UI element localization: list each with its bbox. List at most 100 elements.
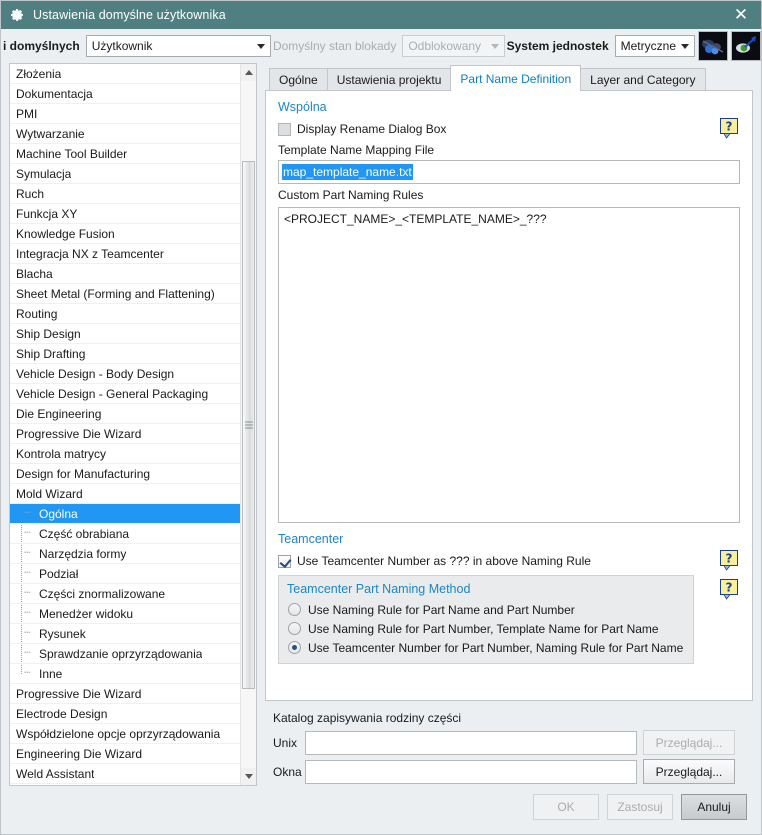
radio-button[interactable]: [288, 603, 301, 616]
tc-naming-method-box: Teamcenter Part Naming Method Use Naming…: [278, 575, 694, 664]
tree-item-podzia[interactable]: ┄ Podział: [10, 564, 240, 584]
tree-item-vehicle-design-general-packaging[interactable]: Vehicle Design - General Packaging: [10, 384, 240, 404]
unix-browse-button[interactable]: Przeglądaj...: [643, 730, 735, 755]
tree-item-ruch[interactable]: Ruch: [10, 184, 240, 204]
tree-item-ship-drafting[interactable]: Ship Drafting: [10, 344, 240, 364]
ok-button[interactable]: OK: [533, 794, 599, 820]
tab-layer-and-category[interactable]: Layer and Category: [580, 68, 706, 91]
tc-naming-method-radiogroup[interactable]: Use Naming Rule for Part Name and Part N…: [279, 600, 693, 657]
tree-child-group: ┄ Ogólna ┄ Część obrabiana ┄ Narzędzia formy ┄…: [10, 504, 240, 684]
scroll-up-arrow-icon[interactable]: [241, 64, 256, 81]
template-mapping-input[interactable]: map_template_name.txt: [278, 160, 740, 184]
tree-item-kontrola-matrycy[interactable]: Kontrola matrycy: [10, 444, 240, 464]
tree-item-inne[interactable]: ┄ Inne: [10, 664, 240, 684]
tree-item-wsp-dzielone-opcje-oprzyrz-dowania[interactable]: Współdzielone opcje oprzyrządowania: [10, 724, 240, 744]
tree-item-ship-design[interactable]: Ship Design: [10, 324, 240, 344]
tree-item-engineering-die-wizard[interactable]: Engineering Die Wizard: [10, 744, 240, 764]
tree-item-dokumentacja[interactable]: Dokumentacja: [10, 84, 240, 104]
tree-item-label: Routing: [16, 306, 58, 321]
custom-rules-textarea[interactable]: <PROJECT_NAME>_<TEMPLATE_NAME>_???: [278, 207, 740, 523]
tree-item-label: Wytwarzanie: [16, 126, 85, 141]
use-tc-number-checkbox[interactable]: [278, 554, 291, 568]
tree-item-label: Progressive Die Wizard: [16, 426, 142, 441]
unix-directory-input[interactable]: [305, 730, 637, 755]
tree-item-integracja-nx-z-teamcenter[interactable]: Integracja NX z Teamcenter: [10, 244, 240, 264]
apply-button[interactable]: Zastosuj: [607, 794, 673, 820]
tab-ustawienia-projektu[interactable]: Ustawienia projektu: [326, 68, 452, 91]
windows-browse-button[interactable]: Przeglądaj...: [643, 759, 735, 784]
tree-item-label: Ogólna: [39, 506, 78, 521]
tree-item-routing[interactable]: Routing: [10, 304, 240, 324]
tree-item-z-o-enia[interactable]: Złożenia: [10, 64, 240, 84]
tree-item-vehicle-design-body-design[interactable]: Vehicle Design - Body Design: [10, 364, 240, 384]
windows-directory-input[interactable]: [305, 759, 637, 784]
template-mapping-label: Template Name Mapping File: [278, 143, 435, 157]
tree-item-electrode-design[interactable]: Electrode Design: [10, 704, 240, 724]
tree-item-progressive-die-wizard[interactable]: Progressive Die Wizard: [10, 684, 240, 704]
tree-item-label: Części znormalizowane: [39, 586, 166, 601]
cancel-button[interactable]: Anuluj: [681, 794, 747, 820]
scope-combo[interactable]: Użytkownik: [85, 35, 271, 57]
tree-item-funkcja-xy[interactable]: Funkcja XY: [10, 204, 240, 224]
display-rename-checkbox[interactable]: [278, 122, 291, 136]
units-combo[interactable]: Metryczne: [614, 35, 695, 57]
chevron-down-icon: [486, 43, 504, 49]
help-question-icon[interactable]: ?: [720, 579, 738, 600]
radio-button[interactable]: [288, 641, 301, 654]
tree-item-weld-assistant[interactable]: Weld Assistant: [10, 764, 240, 784]
tree-item-label: Design for Manufacturing: [16, 466, 151, 481]
tree-item-machine-tool-builder[interactable]: Machine Tool Builder: [10, 144, 240, 164]
help-question-icon[interactable]: ?: [720, 118, 738, 139]
unix-directory-row: Unix Przeglądaj...: [265, 728, 753, 757]
tree-item-pmi[interactable]: PMI: [10, 104, 240, 124]
tree-item-label: Menedżer widoku: [39, 606, 134, 621]
tree-item-label: Progressive Die Wizard: [16, 686, 142, 701]
tab-part-name-definition[interactable]: Part Name Definition: [450, 65, 582, 91]
tab-strip[interactable]: Ogólne Ustawienia projektu Part Name Defin…: [265, 65, 753, 91]
tree-item-cz-obrabiana[interactable]: ┄ Część obrabiana: [10, 524, 240, 544]
display-rename-row[interactable]: Display Rename Dialog Box ?: [272, 118, 746, 139]
scrollbar-track[interactable]: [241, 81, 256, 768]
gear-icon: [9, 7, 25, 23]
tab-label: Part Name Definition: [460, 71, 572, 86]
tree-item-label: Rysunek: [39, 626, 86, 641]
tree-item-cz-ci-znormalizowane[interactable]: ┄ Części znormalizowane: [10, 584, 240, 604]
tc-naming-method-option-1[interactable]: Use Naming Rule for Part Name and Part N…: [279, 600, 693, 619]
part-name-definition-panel: Wspólna Display Rename Dialog Box ? Temp…: [265, 90, 753, 701]
tree-item-die-engineering[interactable]: Die Engineering: [10, 404, 240, 424]
radio-button[interactable]: [288, 622, 301, 635]
tree-item-symulacja[interactable]: Symulacja: [10, 164, 240, 184]
tree-item-label: Knowledge Fusion: [16, 226, 115, 241]
tree-vertical-scrollbar[interactable]: [240, 64, 256, 785]
tree-item-narz-dzia-formy[interactable]: ┄ Narzędzia formy: [10, 544, 240, 564]
find-default-icon[interactable]: [698, 31, 728, 61]
use-tc-number-row[interactable]: Use Teamcenter Number as ??? in above Na…: [272, 550, 746, 571]
tree-item-knowledge-fusion[interactable]: Knowledge Fusion: [10, 224, 240, 244]
default-arrow-icon[interactable]: [731, 31, 761, 61]
scrollbar-grip-icon: [244, 421, 253, 429]
tree-item-mold-wizard[interactable]: Mold Wizard: [10, 484, 240, 504]
tab-og-lne[interactable]: Ogólne: [269, 68, 328, 91]
close-icon[interactable]: ✕: [727, 2, 755, 28]
tc-naming-method-option-2[interactable]: Use Naming Rule for Part Number, Templat…: [279, 619, 693, 638]
tree-item-mened-er-widoku[interactable]: ┄ Menedżer widoku: [10, 604, 240, 624]
tree-item-rysunek[interactable]: ┄ Rysunek: [10, 624, 240, 644]
tree-item-sprawdzanie-oprzyrz-dowania[interactable]: ┄ Sprawdzanie oprzyrządowania: [10, 644, 240, 664]
tree-list[interactable]: Złożenia Dokumentacja PMI Wytwarzanie Machin…: [10, 64, 240, 785]
help-question-icon[interactable]: ?: [720, 550, 738, 571]
tree-item-progressive-die-wizard[interactable]: Progressive Die Wizard: [10, 424, 240, 444]
tree-item-sheet-metal-forming-and-flattening[interactable]: Sheet Metal (Forming and Flattening): [10, 284, 240, 304]
directory-title: Katalog zapisywania rodziny części: [273, 711, 462, 725]
tree-item-wytwarzanie[interactable]: Wytwarzanie: [10, 124, 240, 144]
tree-item-og-lna[interactable]: ┄ Ogólna: [10, 504, 240, 524]
tree-item-label: Mold Wizard: [16, 486, 83, 501]
tree-item-blacha[interactable]: Blacha: [10, 264, 240, 284]
windows-directory-row: Okna Przeglądaj...: [265, 757, 753, 786]
scroll-down-arrow-icon[interactable]: [241, 768, 256, 785]
scrollbar-thumb[interactable]: [242, 161, 255, 689]
tree-item-design-for-manufacturing[interactable]: Design for Manufacturing: [10, 464, 240, 484]
window-title: Ustawienia domyślne użytkownika: [33, 8, 226, 22]
dialog-footer: OK Zastosuj Anuluj: [1, 786, 761, 834]
lock-state-combo[interactable]: Odblokowany: [402, 35, 505, 57]
tc-naming-method-option-3[interactable]: Use Teamcenter Number for Part Number, N…: [279, 638, 693, 657]
